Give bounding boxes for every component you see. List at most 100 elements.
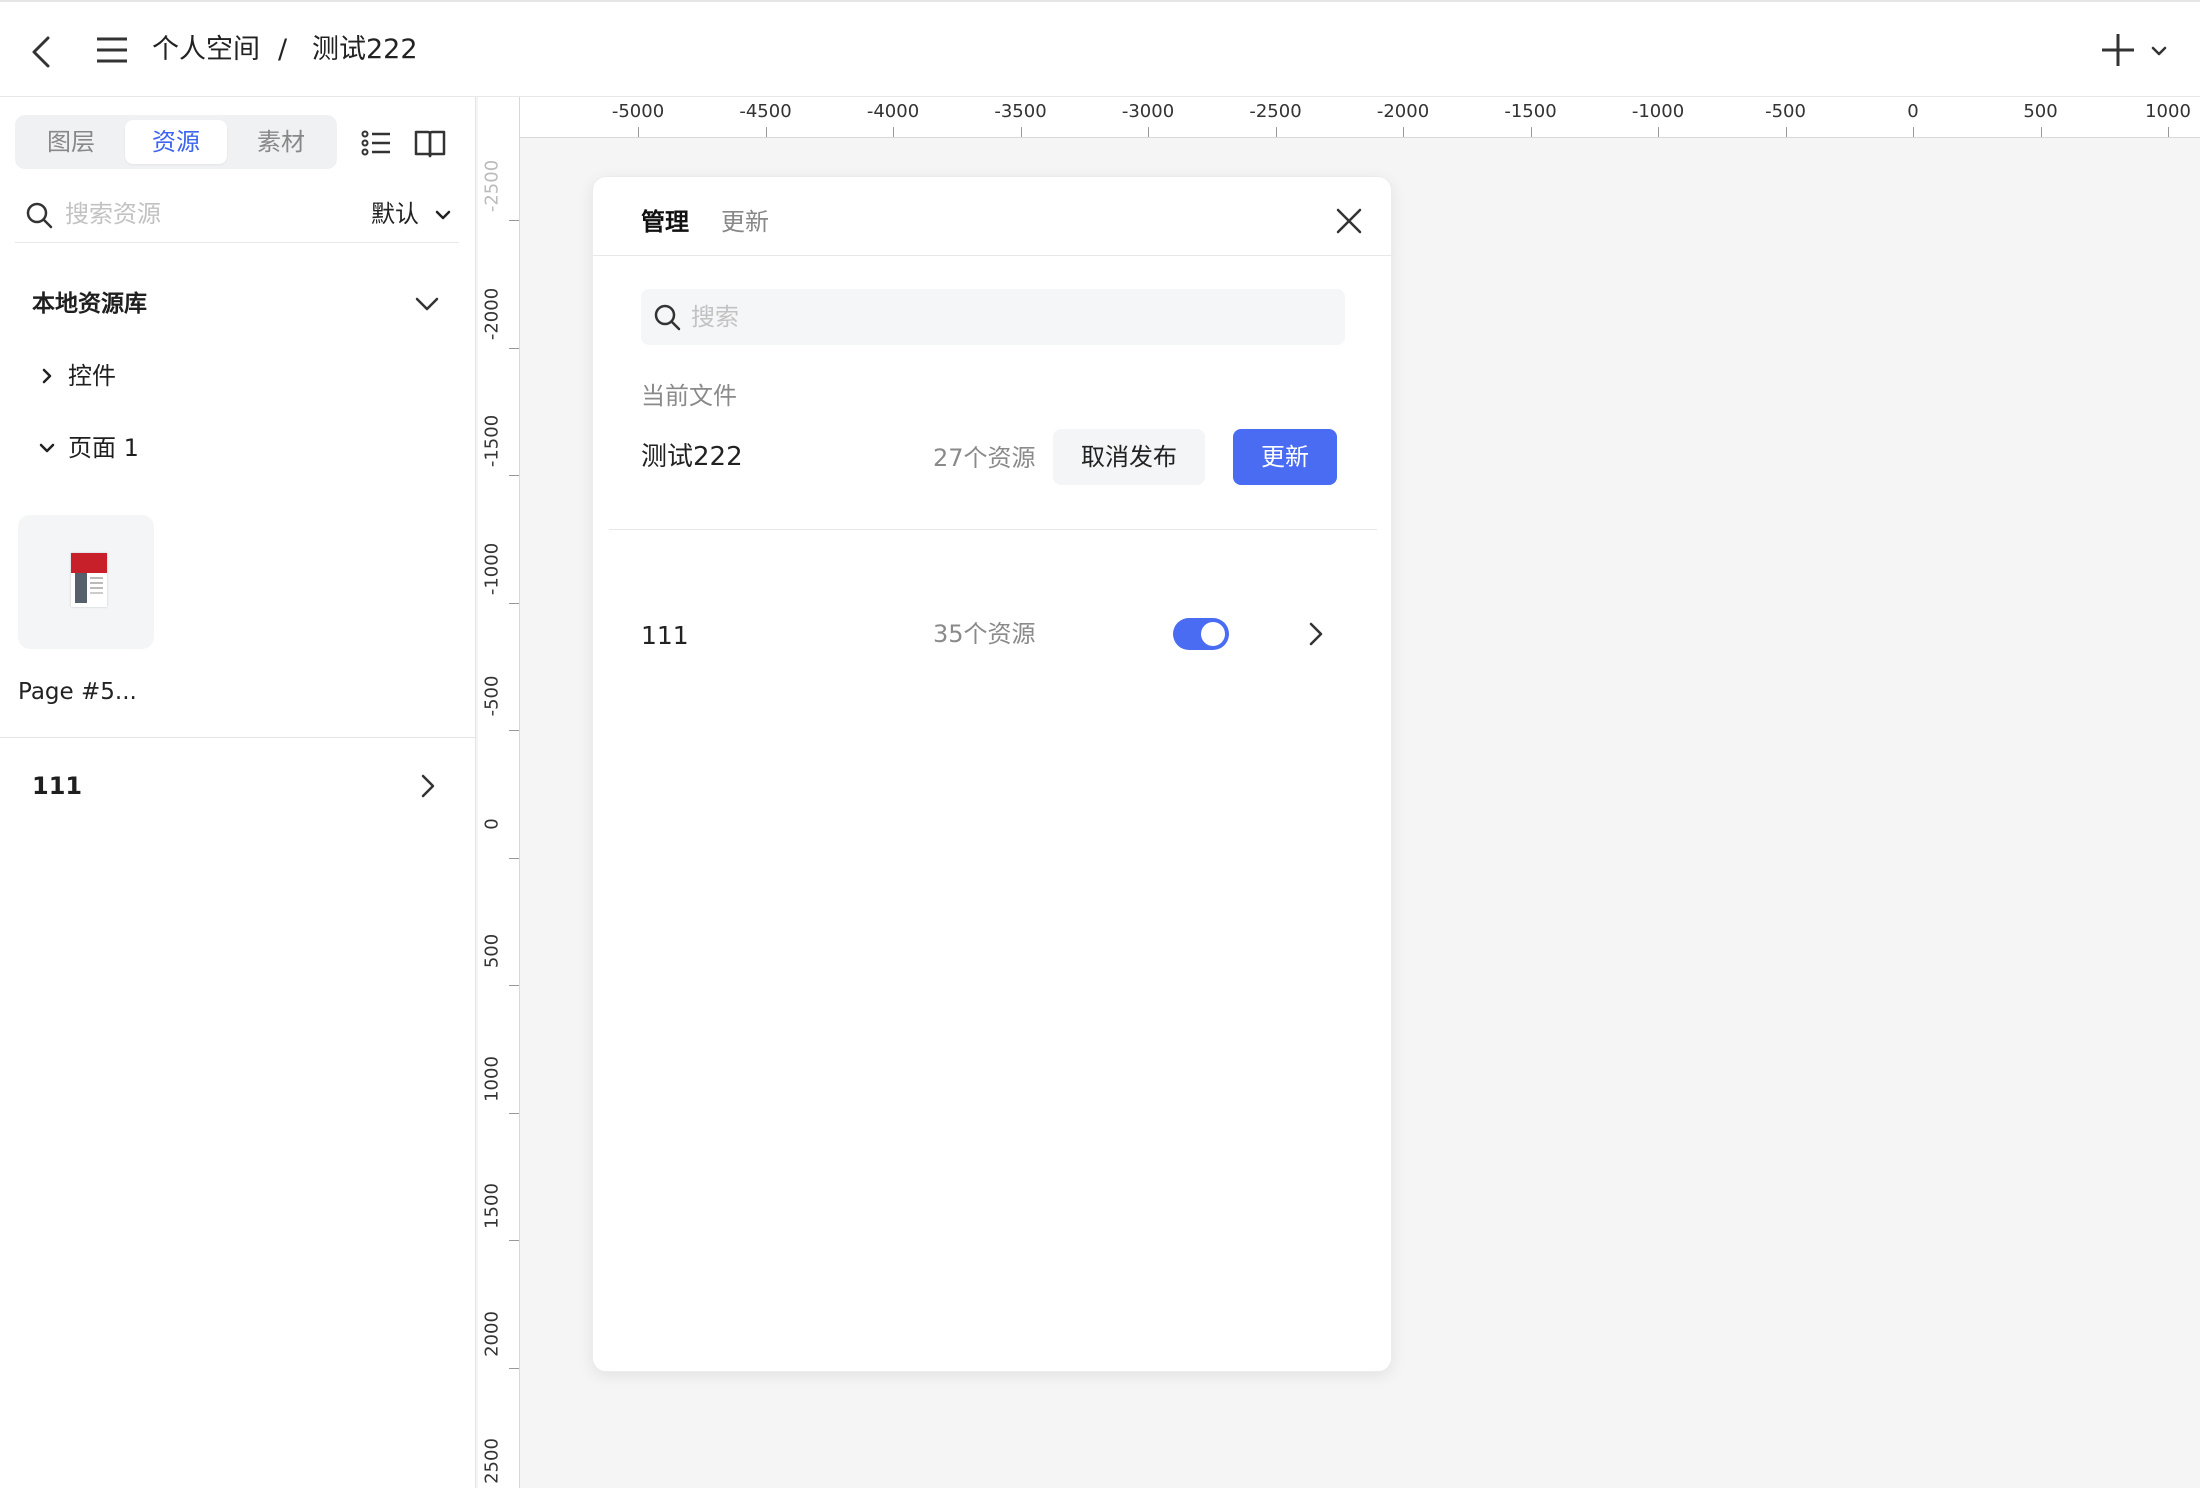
chevron-down-icon[interactable] xyxy=(2148,40,2170,62)
library-manage-modal: 管理 更新 搜索 当前文件 测试222 27个资源 取消发布 更新 111 35… xyxy=(592,176,1393,1372)
unpublish-button[interactable]: 取消发布 xyxy=(1053,429,1205,485)
divider xyxy=(609,529,1377,530)
asset-search-row: 搜索资源 默认 xyxy=(15,187,459,243)
search-icon xyxy=(26,202,53,229)
tree-item-controls[interactable]: 控件 xyxy=(38,359,238,393)
ruler-corner xyxy=(478,97,520,138)
ruler-tick-label: -3000 xyxy=(1121,101,1175,122)
breadcrumb-personal-space[interactable]: 个人空间 xyxy=(152,32,260,68)
ruler-tick-label: -500 xyxy=(1765,101,1806,122)
chevron-right-icon xyxy=(42,368,52,384)
thumbnail-name: Page #5... xyxy=(18,679,137,705)
add-icon[interactable] xyxy=(2098,30,2138,70)
ruler-tick-mark xyxy=(1403,127,1404,137)
current-file-label: 当前文件 xyxy=(641,382,737,410)
library-item-111[interactable]: 111 xyxy=(32,769,82,803)
tab-manage[interactable]: 管理 xyxy=(641,205,689,239)
ruler-tick-label: -1000 xyxy=(1631,101,1685,122)
tree-item-page-1[interactable]: 页面 1 xyxy=(38,431,238,465)
ruler-tick-mark xyxy=(509,602,519,604)
ruler-tick-label: 2000 xyxy=(481,1310,503,1357)
ruler-tick-mark xyxy=(509,1240,519,1241)
chevron-right-icon[interactable] xyxy=(414,771,442,801)
library-enable-toggle[interactable] xyxy=(1173,618,1229,650)
ruler-tick-mark xyxy=(509,475,519,476)
breadcrumb-separator: / xyxy=(278,34,288,65)
vertical-ruler: -2500 -2000 -1500 -1000 -500 0 500 1000 1500 2000… xyxy=(478,138,520,1488)
ruler-tick-label: 1000 xyxy=(2145,101,2191,122)
chevron-down-icon[interactable] xyxy=(412,289,442,319)
tree-item-label: 控件 xyxy=(68,362,116,390)
close-icon[interactable] xyxy=(1333,205,1365,237)
ruler-tick-mark xyxy=(509,985,519,986)
ruler-tick-label: 0 xyxy=(481,817,503,830)
library-book-icon[interactable] xyxy=(412,125,448,161)
ruler-tick-mark xyxy=(638,127,639,137)
ruler-tick-label: -1500 xyxy=(1504,101,1557,122)
page-thumbnail[interactable] xyxy=(18,515,154,649)
ruler-tick-label: -5000 xyxy=(611,101,665,122)
ruler-tick-mark xyxy=(509,857,519,859)
modal-search-input[interactable]: 搜索 xyxy=(641,289,1345,345)
ruler-tick-mark xyxy=(509,347,519,349)
horizontal-ruler: -5000 -4500 -4000 -3500 -3000 -2500 -2000 -1500… xyxy=(478,97,2200,138)
ruler-tick-mark xyxy=(2168,127,2169,137)
ruler-tick-mark xyxy=(1020,127,1022,137)
library-name: 111 xyxy=(641,621,689,650)
ruler-tick-label: 1500 xyxy=(481,1183,503,1229)
ruler-tick-mark xyxy=(1275,127,1277,137)
search-icon xyxy=(654,304,681,331)
ruler-tick-label: -4000 xyxy=(866,101,920,122)
chevron-down-icon[interactable] xyxy=(433,205,453,225)
top-bar: 个人空间 / 测试222 xyxy=(0,0,2200,97)
breadcrumb-file-name[interactable]: 测试222 xyxy=(312,32,418,68)
ruler-tick-label: 2500 xyxy=(481,1438,503,1484)
divider xyxy=(0,737,476,738)
ruler-tick-mark xyxy=(2040,127,2042,137)
ruler-tick-label: -2000 xyxy=(1376,101,1430,122)
tab-assets[interactable]: 资源 xyxy=(125,120,227,164)
ruler-tick-mark xyxy=(1785,127,1787,137)
ruler-tick-label: 500 xyxy=(2023,101,2058,122)
ruler-tick-mark xyxy=(1530,127,1532,137)
ruler-tick-label: 500 xyxy=(481,933,503,969)
list-view-icon[interactable] xyxy=(358,125,394,161)
tab-layers[interactable]: 图层 xyxy=(20,120,122,164)
tab-materials[interactable]: 素材 xyxy=(230,120,332,164)
ruler-tick-mark xyxy=(1148,127,1149,137)
tab-update[interactable]: 更新 xyxy=(721,205,769,239)
ruler-tick-mark xyxy=(765,127,767,137)
ruler-tick-mark xyxy=(509,1367,519,1369)
left-panel: 图层 资源 素材 搜索资源 默认 本地资源库 控件 页面 1 Page #5..… xyxy=(0,97,476,1488)
ruler-tick-label: -500 xyxy=(481,675,503,717)
ruler-tick-mark xyxy=(1913,127,1914,137)
tree-item-label: 页面 1 xyxy=(68,434,139,462)
ruler-tick-label: -2000 xyxy=(481,287,503,340)
local-library-title[interactable]: 本地资源库 xyxy=(32,287,147,321)
ruler-tick-mark xyxy=(509,730,519,731)
update-button[interactable]: 更新 xyxy=(1233,429,1337,485)
page-preview-image xyxy=(71,553,107,607)
ruler-tick-mark xyxy=(893,127,894,137)
toggle-knob xyxy=(1201,622,1225,646)
current-file-asset-count: 27个资源 xyxy=(933,444,1036,472)
ruler-tick-label: 0 xyxy=(1907,101,1919,122)
panel-tab-switcher: 图层 资源 素材 xyxy=(15,115,337,169)
back-arrow-icon[interactable] xyxy=(22,32,62,72)
library-asset-count: 35个资源 xyxy=(933,620,1036,648)
ruler-tick-label: -4500 xyxy=(739,101,792,122)
menu-icon[interactable] xyxy=(92,30,132,70)
ruler-tick-label: 1000 xyxy=(481,1055,503,1102)
chevron-right-icon[interactable] xyxy=(1303,619,1329,649)
ruler-tick-mark xyxy=(1658,127,1659,137)
chevron-down-icon xyxy=(39,443,55,453)
divider xyxy=(593,255,1393,256)
asset-search-input[interactable]: 搜索资源 xyxy=(65,197,161,231)
sort-dropdown[interactable]: 默认 xyxy=(371,197,419,231)
current-file-name: 测试222 xyxy=(641,442,743,472)
ruler-tick-label: -3500 xyxy=(994,101,1047,122)
ruler-tick-label: -1000 xyxy=(481,542,503,595)
ruler-tick-label: -2500 xyxy=(1249,101,1302,122)
search-placeholder: 搜索 xyxy=(691,303,739,331)
ruler-tick-label: -2500 xyxy=(481,159,503,213)
